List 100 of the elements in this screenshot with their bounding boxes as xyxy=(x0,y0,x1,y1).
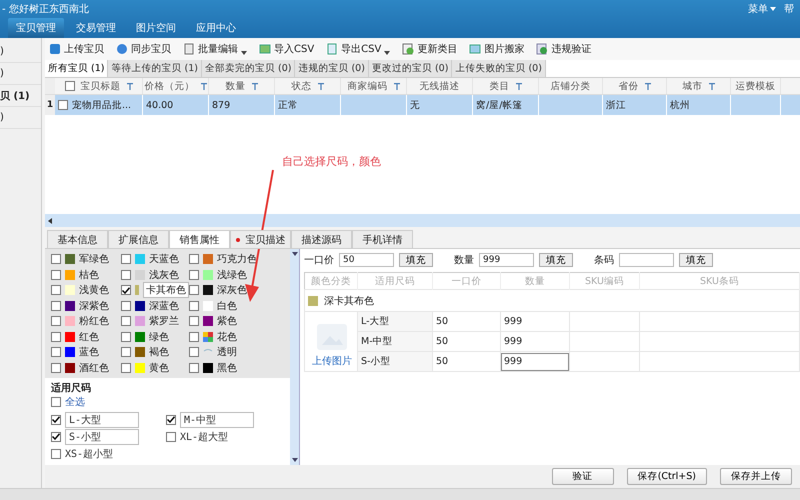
size-name: S-小型 xyxy=(65,428,139,444)
checkbox[interactable] xyxy=(51,285,61,295)
footer-button[interactable]: 保存(Ctrl+S) xyxy=(626,468,707,485)
filter-icon[interactable] xyxy=(644,82,650,90)
sidebar-item[interactable]: ) xyxy=(0,63,41,85)
checkbox[interactable] xyxy=(51,347,61,357)
fill-button[interactable]: 填充 xyxy=(399,253,433,267)
checkbox[interactable] xyxy=(189,332,199,342)
detail-tab[interactable]: 宝贝描述 xyxy=(230,230,291,248)
fill-button[interactable]: 填充 xyxy=(679,253,713,267)
input-field[interactable] xyxy=(619,253,674,267)
checkbox[interactable] xyxy=(189,254,199,264)
column-header: 颜色分类 xyxy=(304,272,358,290)
column-header: SKU编码 xyxy=(570,272,640,290)
filter-icon[interactable] xyxy=(200,82,206,90)
toolbar-button[interactable]: 导出CSV xyxy=(326,42,390,56)
quantity-field[interactable]: 999 xyxy=(501,312,569,330)
color-name: 黑色 xyxy=(217,362,237,374)
checkbox[interactable] xyxy=(189,316,199,326)
detail-tab[interactable]: 描述源码 xyxy=(291,230,352,248)
color-name: 天蓝色 xyxy=(149,252,179,266)
quantity-field[interactable]: 999 xyxy=(501,332,569,350)
size-name: L-大型 xyxy=(65,412,139,428)
filter-icon[interactable] xyxy=(708,82,714,90)
horizontal-scrollbar[interactable] xyxy=(45,214,800,227)
checkbox[interactable] xyxy=(51,332,61,342)
input-field[interactable]: 50 xyxy=(339,253,394,267)
scroll-left-icon[interactable] xyxy=(48,218,52,224)
input-field[interactable]: 999 xyxy=(479,253,534,267)
toolbar-button[interactable]: 导入CSV xyxy=(259,42,314,56)
nav-tab[interactable]: 交易管理 xyxy=(68,18,124,38)
checkbox[interactable] xyxy=(51,254,61,264)
checkbox[interactable] xyxy=(166,432,176,442)
check-icon xyxy=(52,433,60,440)
filter-icon[interactable] xyxy=(252,82,258,90)
checkbox[interactable] xyxy=(189,270,199,280)
toolbar-button[interactable]: 图片搬家 xyxy=(469,42,524,56)
checkbox[interactable] xyxy=(51,396,61,406)
footer-button[interactable]: 保存并上传 xyxy=(720,468,792,485)
checkbox[interactable] xyxy=(121,254,131,264)
footer-button[interactable]: 验证 xyxy=(552,468,614,485)
upload-image-link[interactable]: 上传图片 xyxy=(312,354,352,368)
table-row[interactable]: 1 宠物用品批... 40.00 879 正常 无 窝/屋/帐篷 浙江 杭州 xyxy=(45,95,800,115)
detail-tab[interactable]: 销售属性 xyxy=(169,230,230,248)
quantity-field[interactable]: 999 xyxy=(501,352,569,370)
toolbar-button[interactable]: 批量编辑 xyxy=(183,42,247,56)
detail-tab[interactable]: 手机详情 xyxy=(352,230,413,248)
filter-tab[interactable]: 所有宝贝 (1) xyxy=(45,60,108,77)
checkbox[interactable] xyxy=(121,270,131,280)
detail-tab[interactable]: 基本信息 xyxy=(47,230,108,248)
checkbox[interactable] xyxy=(121,300,131,310)
color-name: 白色 xyxy=(217,300,237,312)
sidebar-item[interactable]: 贝 (1) xyxy=(0,85,41,107)
detail-tab[interactable]: 扩展信息 xyxy=(108,230,169,248)
checkbox[interactable] xyxy=(51,414,61,424)
checkbox[interactable] xyxy=(166,414,176,424)
help-link[interactable]: 帮 xyxy=(784,2,794,16)
checkbox[interactable] xyxy=(58,100,68,110)
toolbar-button[interactable]: 更新类目 xyxy=(402,42,458,56)
checkbox[interactable] xyxy=(121,332,131,342)
size-name: XL-超大型 xyxy=(180,430,228,444)
filter-tab[interactable]: 违规的宝贝 (0) xyxy=(295,60,369,77)
vertical-scrollbar[interactable] xyxy=(290,249,300,465)
checkbox[interactable] xyxy=(64,81,74,91)
checkbox[interactable] xyxy=(121,362,131,372)
filter-icon[interactable] xyxy=(126,82,132,90)
checkbox[interactable] xyxy=(51,432,61,442)
nav-tab[interactable]: 图片空间 xyxy=(128,18,184,38)
toolbar-button[interactable]: 同步宝贝 xyxy=(116,42,171,56)
checkbox[interactable] xyxy=(121,285,131,295)
caret-icon xyxy=(770,7,776,11)
sidebar-item[interactable]: ) xyxy=(0,107,41,129)
checkbox[interactable] xyxy=(189,285,199,295)
checkbox[interactable] xyxy=(189,347,199,357)
fill-button[interactable]: 填充 xyxy=(539,253,573,267)
nav-tab[interactable]: 宝贝管理 xyxy=(8,18,64,38)
checkbox[interactable] xyxy=(189,362,199,372)
filter-tab[interactable]: 等待上传的宝贝 (1) xyxy=(108,60,202,77)
sidebar-item[interactable]: ) xyxy=(0,41,41,63)
filter-tab[interactable]: 上传失败的宝贝 (0) xyxy=(452,60,546,77)
table-cell: M-中型 xyxy=(361,336,393,347)
filter-icon[interactable] xyxy=(318,82,324,90)
toolbar-button[interactable]: 上传宝贝 xyxy=(49,42,104,56)
checkbox[interactable] xyxy=(189,300,199,310)
checkbox[interactable] xyxy=(51,300,61,310)
filter-icon[interactable] xyxy=(516,82,522,90)
checkbox[interactable] xyxy=(51,316,61,326)
toolbar-button[interactable]: 违规验证 xyxy=(536,42,592,56)
filter-tab[interactable]: 更改过的宝贝 (0) xyxy=(368,60,452,77)
menu-link[interactable]: 菜单 xyxy=(748,2,776,16)
checkbox[interactable] xyxy=(121,347,131,357)
checkbox[interactable] xyxy=(51,448,61,458)
color-group-name: 深卡其布色 xyxy=(324,294,374,308)
filter-icon[interactable] xyxy=(394,82,400,90)
checkbox[interactable] xyxy=(51,270,61,280)
checkbox[interactable] xyxy=(121,316,131,326)
nav-tab[interactable]: 应用中心 xyxy=(188,18,244,38)
filter-tab[interactable]: 全部卖完的宝贝 (0) xyxy=(202,60,296,77)
checkbox[interactable] xyxy=(51,362,61,372)
scroll-down-icon xyxy=(292,458,298,462)
